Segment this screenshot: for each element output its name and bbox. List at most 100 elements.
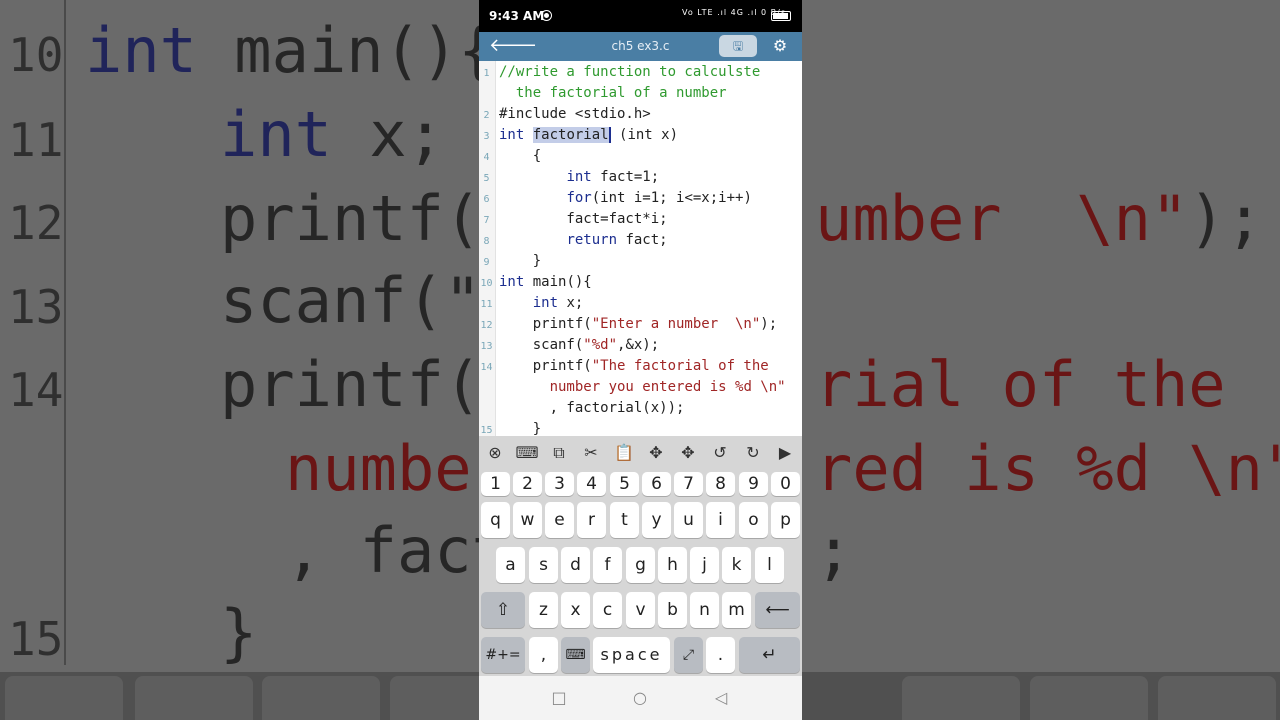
key-period[interactable]: .	[706, 637, 735, 673]
key-v[interactable]: v	[626, 592, 655, 628]
key-d[interactable]: d	[561, 547, 590, 583]
key-u[interactable]: u	[674, 502, 703, 538]
recents-square-icon[interactable]: □	[549, 688, 569, 708]
key-5[interactable]: 5	[610, 472, 639, 496]
code-line: , factorial(x));	[499, 400, 685, 416]
key-1[interactable]: 1	[481, 472, 510, 496]
key-0[interactable]: 0	[771, 472, 800, 496]
paste-icon[interactable]: 📋	[610, 440, 638, 466]
code-line: int x;	[499, 295, 584, 311]
editor-toolbar: 🡐 ch5 ex3.c 🖫 ⚙	[479, 32, 802, 61]
key-7[interactable]: 7	[674, 472, 703, 496]
key-f[interactable]: f	[593, 547, 622, 583]
key-t[interactable]: t	[610, 502, 639, 538]
key-m[interactable]: m	[722, 592, 751, 628]
bg-code-line: }	[220, 596, 257, 669]
key-p[interactable]: p	[771, 502, 800, 538]
code-line: scanf("%d",&x);	[499, 337, 659, 353]
key-o[interactable]: o	[739, 502, 768, 538]
key-b[interactable]: b	[658, 592, 687, 628]
bg-button	[1030, 676, 1148, 720]
bg-keyword: int	[220, 98, 332, 171]
save-icon[interactable]: 🖫	[719, 35, 757, 57]
bg-code-text: printf("	[220, 182, 519, 255]
backspace-icon[interactable]: ⟵	[755, 592, 800, 628]
key-2[interactable]: 2	[513, 472, 542, 496]
background-gutter-divider	[64, 0, 66, 665]
key-s[interactable]: s	[529, 547, 558, 583]
keyword: for	[566, 190, 592, 206]
code-line: {	[499, 148, 542, 164]
key-n[interactable]: n	[690, 592, 719, 628]
bg-code-text: , fact	[285, 514, 509, 587]
code-text: ,&x);	[617, 337, 660, 353]
key-comma[interactable]: ,	[529, 637, 558, 673]
keyboard-icon[interactable]: ⌨	[561, 637, 590, 673]
key-4[interactable]: 4	[577, 472, 606, 496]
line-number: 2	[483, 110, 490, 121]
key-i[interactable]: i	[706, 502, 735, 538]
code-line: return fact;	[499, 232, 667, 248]
key-6[interactable]: 6	[642, 472, 671, 496]
bg-code-line: umber \n");	[815, 182, 1263, 255]
gear-icon[interactable]: ⚙	[769, 35, 791, 57]
bg-line-number: 11	[8, 113, 64, 167]
bg-button	[262, 676, 380, 720]
bg-line-number: 15	[8, 612, 64, 666]
key-3[interactable]: 3	[545, 472, 574, 496]
code-editor[interactable]: 1 //write a function to calculste the fa…	[479, 61, 802, 436]
key-9[interactable]: 9	[739, 472, 768, 496]
close-circle-icon[interactable]: ⊗	[481, 440, 509, 466]
enter-icon[interactable]: ↵	[739, 637, 800, 673]
key-y[interactable]: y	[642, 502, 671, 538]
code-line: for(int i=1; i<=x;i++)	[499, 190, 751, 206]
move-icon[interactable]: ✥	[674, 440, 702, 466]
home-circle-icon[interactable]: ○	[630, 688, 650, 708]
key-w[interactable]: w	[513, 502, 542, 538]
bg-code-line: printf("	[220, 182, 519, 255]
undo-icon[interactable]: ↺	[706, 440, 734, 466]
keyword: int	[566, 169, 592, 185]
key-x[interactable]: x	[561, 592, 590, 628]
bg-code-line: , fact	[285, 514, 509, 587]
keyboard-icon[interactable]: ⌨	[513, 440, 541, 466]
key-e[interactable]: e	[545, 502, 574, 538]
move-icon[interactable]: ✥	[642, 440, 670, 466]
bg-code-text: x;	[331, 98, 444, 171]
bg-line-number: 13	[8, 280, 64, 334]
key-l[interactable]: l	[755, 547, 784, 583]
copy-icon[interactable]: ⧉	[545, 440, 573, 466]
bg-code-line: ;	[815, 514, 852, 587]
redo-icon[interactable]: ↻	[739, 440, 767, 466]
key-z[interactable]: z	[529, 592, 558, 628]
code-line: #include <stdio.h>	[499, 106, 651, 122]
bg-code-line: int main(){	[85, 14, 496, 87]
code-text: (int x)	[610, 127, 679, 143]
back-triangle-icon[interactable]: ◁	[711, 688, 731, 708]
key-q[interactable]: q	[481, 502, 510, 538]
key-h[interactable]: h	[658, 547, 687, 583]
code-text: printf(	[499, 358, 592, 374]
line-number: 1	[483, 68, 490, 79]
code-line: int fact=1;	[499, 169, 659, 185]
code-text: main(){	[524, 274, 592, 290]
code-line: printf("Enter a number \n");	[499, 316, 777, 332]
symbols-key[interactable]: #+=	[481, 637, 525, 673]
keyword: int	[499, 127, 525, 143]
key-a[interactable]: a	[496, 547, 525, 583]
shift-icon[interactable]: ⇧	[481, 592, 525, 628]
key-k[interactable]: k	[722, 547, 751, 583]
resize-icon[interactable]: ⤢	[674, 637, 703, 673]
key-j[interactable]: j	[690, 547, 719, 583]
key-8[interactable]: 8	[706, 472, 735, 496]
string-literal: "%d"	[583, 337, 618, 353]
key-r[interactable]: r	[577, 502, 606, 538]
line-number: 8	[483, 236, 490, 247]
cut-icon[interactable]: ✂	[577, 440, 605, 466]
space-key[interactable]: space	[593, 637, 670, 673]
bg-code-line: int x;	[220, 98, 444, 171]
selected-text[interactable]: factorial	[532, 127, 611, 143]
key-c[interactable]: c	[593, 592, 622, 628]
key-g[interactable]: g	[626, 547, 655, 583]
run-icon[interactable]: ▶	[771, 440, 799, 466]
